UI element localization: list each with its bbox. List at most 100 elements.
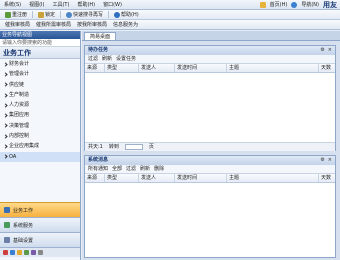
toolbar-separator [60, 11, 62, 18]
secondary-toolbar: 催我审核局 催我所需审核局 按我所审核局 信息服务为 [0, 20, 340, 30]
reregister-button[interactable]: 重注册 [2, 10, 30, 20]
help-label: 帮助(H) [121, 11, 139, 18]
column-header[interactable]: 天数 [319, 174, 335, 182]
tree-item-hr[interactable]: 人力资源 [0, 100, 80, 110]
mail-icon[interactable] [24, 250, 29, 255]
menu-tools[interactable]: 工具(T) [48, 0, 73, 10]
sidebar-tree: 财务会计 管理会计 供应链 生产制造 人力资源 集团应用 决策管理 内部控制 企… [0, 59, 80, 162]
close-icon[interactable]: × [328, 46, 332, 55]
messages-grid-body [85, 183, 335, 257]
tree-item-label: 集团应用 [9, 112, 30, 119]
settings-icon [4, 237, 10, 243]
tree-item-management[interactable]: 管理会计 [0, 69, 80, 79]
sidebar-title: 业务工作 [0, 47, 80, 59]
user-icon[interactable] [31, 250, 36, 255]
nav-system-service[interactable]: 系统服务 [0, 217, 80, 232]
delete-button[interactable]: 删除 [154, 165, 164, 173]
shortcut-item[interactable]: 信息服务为 [110, 21, 141, 28]
tree-item-integration[interactable]: 企业应用集成 [0, 141, 80, 151]
tree-item-decision[interactable]: 决策管理 [0, 121, 80, 131]
shortcut-item[interactable]: 按我所审核局 [74, 21, 110, 28]
tree-item-label: 管理会计 [9, 71, 30, 78]
toolbar-separator [32, 11, 34, 18]
folder-icon[interactable] [17, 250, 22, 255]
shortcut-item[interactable]: 催我审核局 [2, 21, 33, 28]
home-icon[interactable] [259, 1, 266, 8]
menu-bar: 系统(S) 视图(I) 工具(T) 帮助(H) 窗口(W) 首页(H) 导航(N… [0, 0, 340, 10]
navigation-link[interactable]: 导航(N) [301, 1, 319, 8]
column-header[interactable]: 发送时间 [175, 64, 227, 72]
column-header[interactable]: 类型 [105, 174, 139, 182]
all-notices-dropdown[interactable]: 所有通知 [88, 165, 108, 173]
tree-item-group[interactable]: 集团应用 [0, 110, 80, 120]
tree-item-label: 财务会计 [9, 61, 30, 67]
help-button[interactable]: 帮助(H) [111, 10, 142, 20]
filter-button[interactable]: 过滤 [126, 165, 136, 173]
sidebar-search-input[interactable]: 请输入你要搜索的功能 [0, 39, 80, 47]
column-header[interactable]: 发送人 [139, 64, 175, 72]
tree-item-label: 生产制造 [9, 91, 30, 98]
column-header[interactable]: 发送时间 [175, 174, 227, 182]
lock-icon [38, 11, 45, 18]
tree-item-production[interactable]: 生产制造 [0, 90, 80, 100]
tree-item-finance[interactable]: 财务会计 [0, 59, 80, 69]
nav-label: 基础设置 [13, 237, 34, 244]
tree-item-oa[interactable]: OA [0, 151, 80, 162]
messages-panel-header: 系统消息 ⚙ × [85, 156, 335, 165]
expand-icon [3, 154, 8, 159]
more-icon[interactable] [38, 250, 43, 255]
menu-help[interactable]: 帮助(H) [73, 0, 99, 10]
tab-simple-desktop[interactable]: 简易桌面 [84, 32, 117, 40]
shortcut-item[interactable]: 催我所需审核局 [33, 21, 74, 28]
column-header[interactable]: 发送人 [139, 174, 175, 182]
refresh-button[interactable]: 刷新 [102, 55, 112, 63]
record-count: 共天:1 [88, 144, 103, 150]
panel-tools: ⚙ × [320, 156, 335, 165]
expand-icon [3, 103, 8, 108]
settings-icon[interactable]: ⚙ [320, 46, 324, 55]
column-header[interactable]: 来源 [85, 174, 105, 182]
refresh-button[interactable]: 刷新 [140, 165, 150, 173]
navigation-icon[interactable] [291, 1, 298, 8]
messages-panel-title: 系统消息 [88, 157, 109, 163]
tree-item-supply-chain[interactable]: 供应链 [0, 80, 80, 90]
reregister-label: 重注册 [12, 11, 28, 18]
chart-icon[interactable] [10, 250, 15, 255]
tree-item-label: 内部控制 [9, 133, 30, 140]
sidebar-bottom-icons [0, 247, 80, 257]
filter-button[interactable]: 过滤 [88, 55, 98, 63]
messages-grid-header: 来源 类型 发送人 发送时间 主题 天数 [85, 174, 335, 183]
menu-view[interactable]: 视图(I) [25, 0, 48, 10]
column-header[interactable]: 主题 [227, 64, 319, 72]
all-dropdown[interactable]: 全部 [112, 165, 122, 173]
menu-window[interactable]: 窗口(W) [99, 0, 126, 10]
quick-search-label: 快速搜寻再写 [73, 11, 104, 18]
expand-icon [3, 113, 8, 118]
expand-icon [3, 123, 8, 129]
close-icon[interactable]: × [328, 156, 332, 165]
column-header[interactable]: 天数 [319, 64, 335, 72]
menu-system[interactable]: 系统(S) [0, 0, 25, 10]
column-header[interactable]: 类型 [105, 64, 139, 72]
nav-business-work[interactable]: 业务工作 [0, 202, 80, 217]
home-link[interactable]: 首页(H) [270, 1, 288, 8]
lock-button[interactable]: 锁定 [35, 10, 58, 20]
column-header[interactable]: 来源 [85, 64, 105, 72]
goto-label[interactable]: 转到 [109, 143, 119, 151]
todo-pager: 共天:1 转到 页 [85, 142, 335, 151]
tab-bar: 简易桌面 [82, 31, 340, 41]
column-header[interactable]: 主题 [227, 174, 319, 182]
panel-tools: ⚙ × [320, 46, 335, 55]
page-input[interactable] [124, 144, 143, 150]
quick-search-button[interactable]: 快速搜寻再写 [63, 10, 106, 20]
tree-item-internal-control[interactable]: 内部控制 [0, 131, 80, 141]
nav-label: 业务工作 [13, 207, 34, 214]
grid-icon[interactable] [3, 250, 8, 255]
todo-panel-title: 待办任务 [88, 47, 109, 53]
settings-icon[interactable]: ⚙ [320, 156, 324, 165]
nav-basic-settings[interactable]: 基础设置 [0, 232, 80, 247]
reregister-icon [5, 11, 11, 18]
todo-panel-header: 待办任务 ⚙ × [85, 46, 335, 55]
todo-panel: 待办任务 ⚙ × 过滤 刷新 设置任务 来源 类型 发送人 发送时间 主题 天数… [84, 45, 336, 151]
set-task-button[interactable]: 设置任务 [116, 55, 136, 63]
